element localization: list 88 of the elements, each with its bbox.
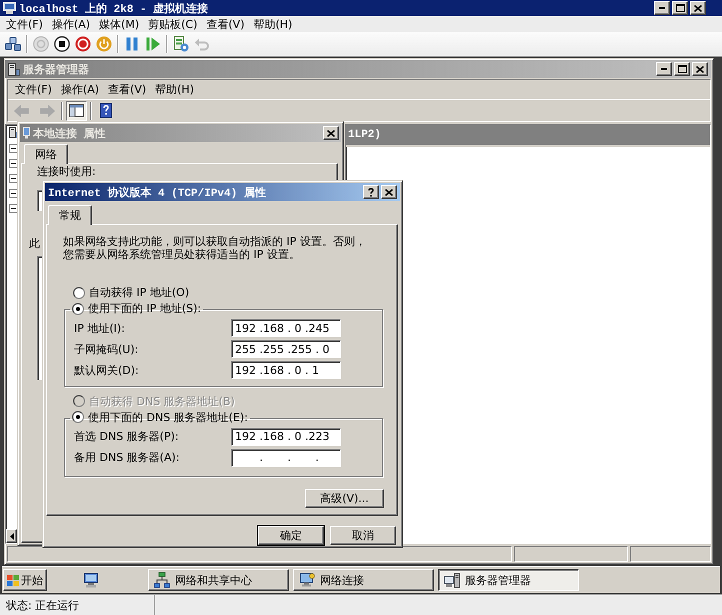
close-button[interactable] [692, 62, 708, 76]
close-button[interactable] [381, 185, 397, 199]
tab[interactable]: 常规 [48, 205, 92, 225]
maximize-icon [678, 65, 686, 73]
close-icon [696, 66, 704, 72]
field-label: 默认网关(D): [74, 362, 140, 378]
start-button[interactable]: 开始 [3, 569, 47, 591]
computer-icon[interactable] [83, 572, 99, 588]
close-icon [385, 188, 393, 196]
label-text: 此 [29, 237, 40, 250]
target-icon[interactable] [75, 36, 91, 52]
monitor-icon [23, 127, 30, 139]
maximize-button[interactable] [672, 1, 688, 15]
minus-box-icon[interactable] [9, 159, 18, 168]
menu-item[interactable]: 查看(V) [203, 16, 248, 32]
maximize-icon [676, 4, 684, 12]
flag-icon [7, 574, 19, 586]
network-icon [154, 572, 170, 588]
close-icon [694, 4, 702, 12]
menu-item[interactable]: 剪贴板(C) [145, 16, 200, 32]
question-mark-icon [368, 188, 374, 196]
window-title: Internet 协议版本 4 (TCP/IPv4) 属性 [48, 186, 266, 200]
help-button[interactable] [363, 185, 379, 199]
menu-item[interactable]: 文件(F) [12, 82, 55, 97]
advanced-button[interactable]: 高级(V)... [305, 489, 384, 508]
input-field[interactable] [37, 190, 42, 211]
field-label: 备用 DNS 服务器(A): [74, 450, 180, 465]
minimize-icon [661, 68, 667, 70]
minus-box-icon[interactable] [9, 204, 18, 213]
radio-option[interactable]: 使用下面的 IP 地址(S): [72, 302, 202, 315]
server-icon [9, 127, 19, 138]
description-text: 如果网络支持此功能，则可以获取自动指派的 IP 设置。否则，您需要从网络系统管理员处获得适当的 IP 设置。 [63, 235, 367, 261]
dialog-button[interactable]: 确定 [258, 526, 324, 545]
tab[interactable]: 网络 [24, 144, 68, 164]
minus-box-icon[interactable] [9, 174, 18, 183]
scroll-left-button[interactable] [6, 529, 17, 543]
field-label: 首选 DNS 服务器(P): [74, 429, 180, 444]
stop-icon[interactable] [54, 36, 70, 52]
play-icon[interactable] [145, 36, 161, 52]
menu-item[interactable]: 帮助(H) [152, 82, 197, 97]
server-icon [444, 572, 460, 588]
server-icon [8, 62, 20, 76]
pause-icon[interactable] [124, 36, 140, 52]
menu-item[interactable]: 查看(V) [105, 82, 150, 97]
minimize-icon [659, 7, 665, 9]
minus-box-icon[interactable] [9, 189, 18, 198]
minus-box-icon[interactable] [9, 144, 18, 153]
radio-option[interactable]: 使用下面的 DNS 服务器地址(E): [72, 410, 248, 424]
taskbar-button[interactable]: 网络连接 [293, 569, 434, 591]
window-title: localhost 上的 2k8 - 虚拟机连接 [19, 2, 208, 16]
field-label: 子网掩码(U): [74, 342, 140, 356]
left-arrow-icon [14, 104, 29, 116]
field-label: IP 地址(I): [74, 320, 126, 336]
menu-item[interactable]: 文件(F) [3, 16, 46, 32]
ip-address-field[interactable]: . . . [231, 448, 341, 466]
minimize-button[interactable] [654, 1, 670, 15]
menu-item[interactable]: 操作(A) [48, 16, 94, 32]
left-triangle-icon [10, 532, 14, 540]
ip-address-field[interactable]: 192 .168 . 0 .223 [231, 428, 341, 446]
close-button[interactable] [323, 126, 339, 140]
close-icon [327, 130, 335, 136]
ip-address-field[interactable]: 192 .168 . 0 .245 [231, 319, 341, 337]
network-computer-icon [299, 572, 315, 588]
ip-address-field[interactable]: 192 .168 . 0 . 1 [231, 361, 341, 379]
minimize-button[interactable] [656, 62, 672, 76]
taskbar-button[interactable]: 服务器管理器 [438, 569, 579, 591]
taskbar-button[interactable]: 网络和共享中心 [148, 569, 289, 591]
window-title: 服务器管理器 [23, 62, 89, 76]
right-arrow-icon [40, 104, 55, 116]
menu-item[interactable]: 帮助(H) [250, 16, 296, 32]
close-button[interactable] [690, 1, 706, 15]
list-box[interactable] [37, 256, 42, 380]
window-pane-icon [69, 104, 84, 117]
keys-icon[interactable] [5, 36, 21, 52]
radio-option[interactable]: 自动获得 IP 地址(O) [73, 286, 190, 299]
ip-address-field[interactable]: 255 .255 .255 . 0 [231, 340, 341, 358]
window-title: 本地连接 属性 [33, 126, 106, 140]
maximize-button[interactable] [674, 62, 690, 76]
label-text: 连接时使用: [37, 165, 96, 178]
help-book-icon [100, 103, 112, 118]
dialog-button[interactable]: 取消 [330, 526, 396, 545]
monitor-icon [3, 2, 16, 14]
menu-item[interactable]: 媒体(M) [96, 16, 142, 32]
menu-item[interactable]: 操作(A) [58, 82, 102, 97]
snapshot-icon[interactable] [173, 36, 189, 52]
tree-toggle-button[interactable] [66, 100, 87, 120]
pane-header: 1LP2) [346, 125, 710, 147]
status-text: 状态: 正在运行 [6, 598, 80, 612]
